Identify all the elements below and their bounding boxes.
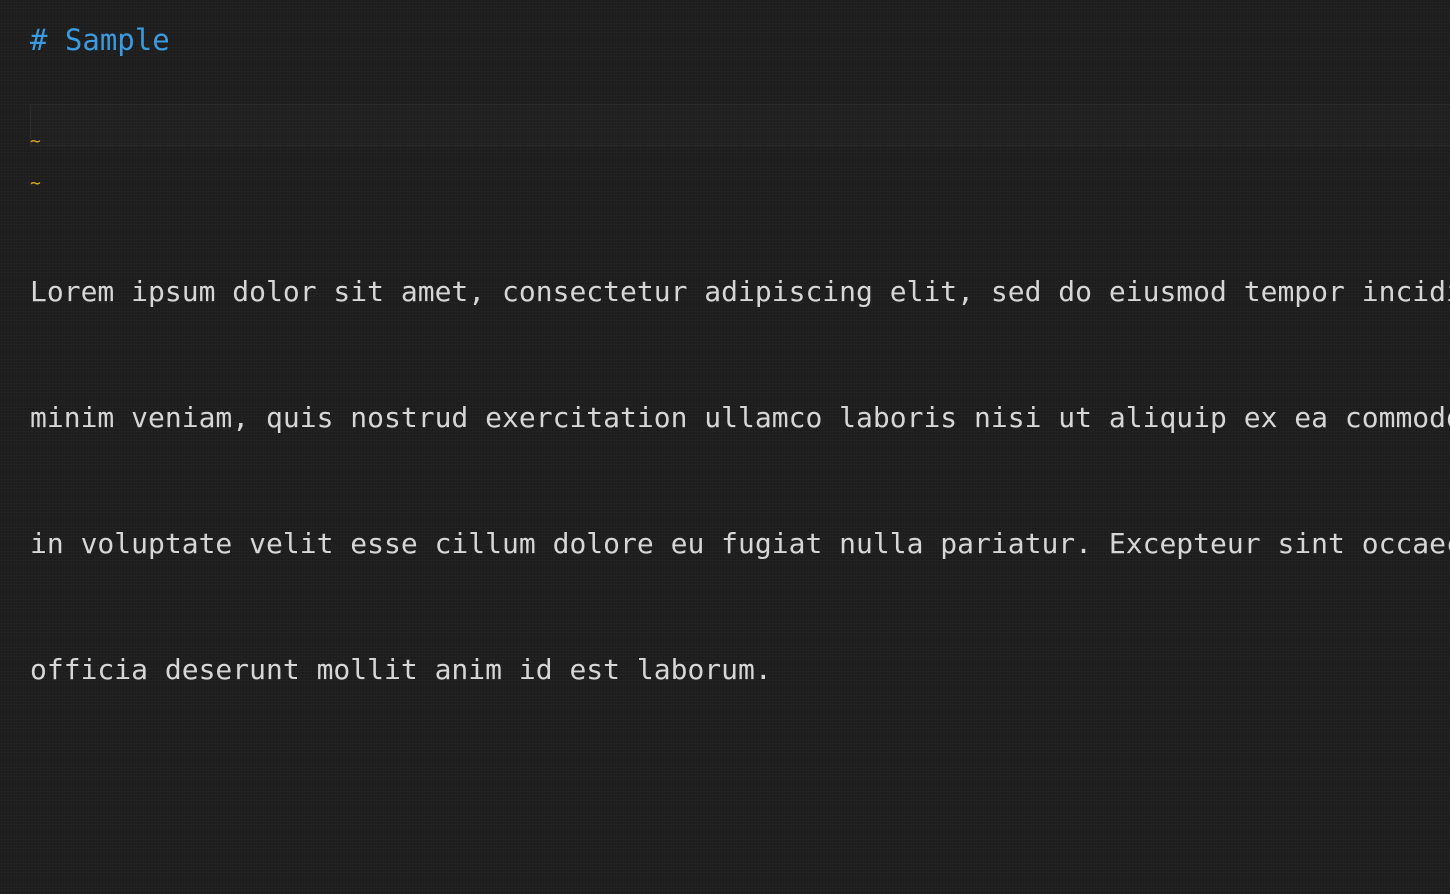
markdown-heading[interactable]: # Sample bbox=[30, 20, 170, 60]
empty-line-marker: ~ bbox=[30, 131, 41, 152]
text-line[interactable]: minim veniam, quis nostrud exercitation … bbox=[30, 397, 1450, 439]
paragraph-text[interactable]: Lorem ipsum dolor sit amet, consectetur … bbox=[30, 187, 1450, 775]
text-line[interactable]: in voluptate velit esse cillum dolore eu… bbox=[30, 523, 1450, 565]
text-line[interactable]: Lorem ipsum dolor sit amet, consectetur … bbox=[30, 271, 1450, 313]
text-editor[interactable]: # Sample ~ ~ Lorem ipsum dolor sit amet,… bbox=[0, 0, 1450, 894]
cursor-line-highlight[interactable] bbox=[30, 104, 1450, 146]
text-line[interactable]: officia deserunt mollit anim id est labo… bbox=[30, 649, 1450, 691]
